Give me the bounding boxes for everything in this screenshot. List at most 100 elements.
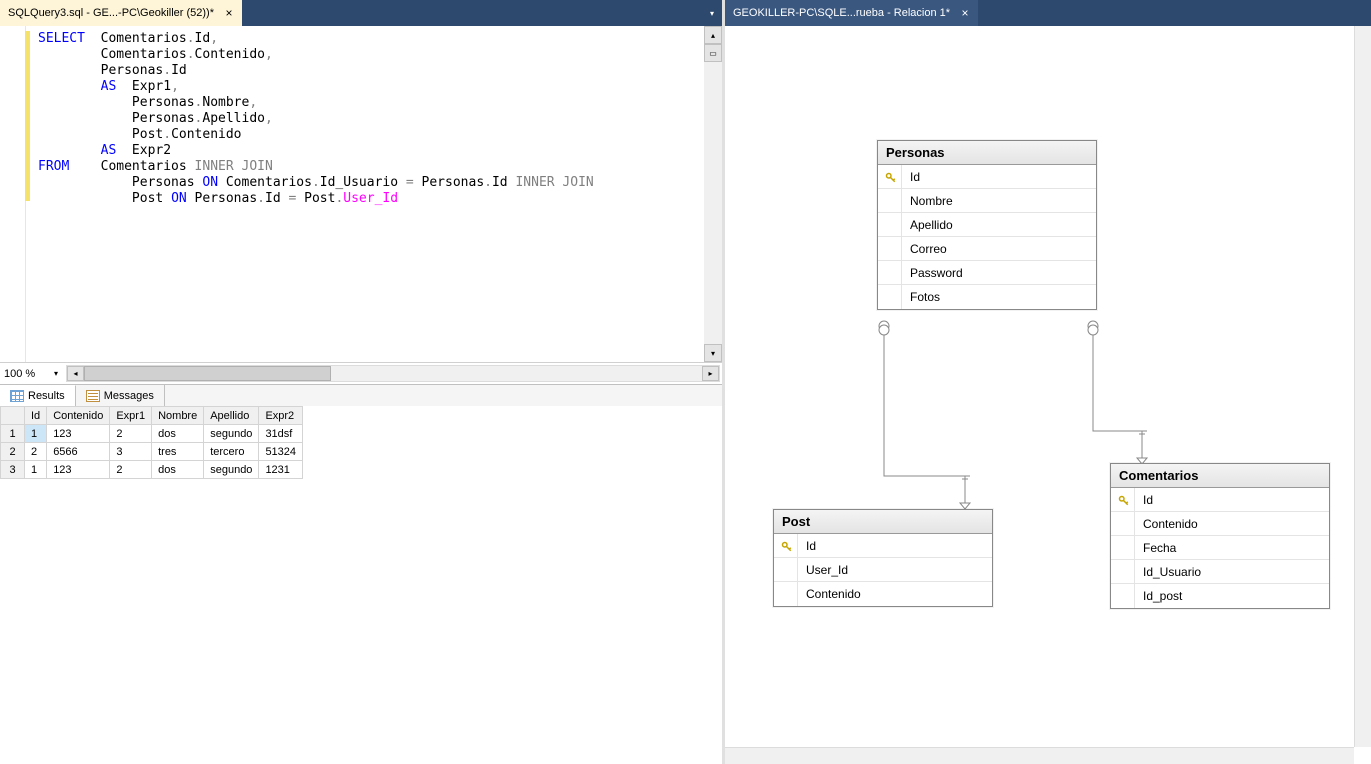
cell[interactable]: 3 xyxy=(1,461,25,479)
results-grid-area: IdContenidoExpr1NombreApellidoExpr211123… xyxy=(0,406,722,764)
primary-key-icon xyxy=(1111,488,1135,511)
cell[interactable]: segundo xyxy=(204,461,259,479)
cell[interactable]: 2 xyxy=(110,425,152,443)
table-column-row[interactable]: Contenido xyxy=(1111,512,1329,536)
scroll-down-icon[interactable]: ▾ xyxy=(704,344,722,362)
editor-body[interactable]: SELECT Comentarios.Id, Comentarios.Conte… xyxy=(0,26,722,362)
table-column-row[interactable]: Contenido xyxy=(774,582,992,606)
left-tabstrip: SQLQuery3.sql - GE...-PC\Geokiller (52))… xyxy=(0,0,722,26)
key-placeholder xyxy=(1111,584,1135,608)
tab-diagram[interactable]: GEOKILLER-PC\SQLE...rueba - Relacion 1* … xyxy=(725,0,978,26)
editor-gutter xyxy=(0,26,26,362)
right-tabstrip: GEOKILLER-PC\SQLE...rueba - Relacion 1* … xyxy=(725,0,1371,26)
vertical-scrollbar[interactable]: ▴ ▭ ▾ xyxy=(704,26,722,362)
table-row[interactable]: 111232dossegundo31dsf xyxy=(1,425,303,443)
table-column-row[interactable]: Id xyxy=(1111,488,1329,512)
table-column-row[interactable]: Fecha xyxy=(1111,536,1329,560)
table-column-row[interactable]: Fotos xyxy=(878,285,1096,309)
tab-messages[interactable]: Messages xyxy=(76,385,165,406)
key-placeholder xyxy=(878,261,902,284)
table-header[interactable]: Comentarios xyxy=(1111,464,1329,488)
table-row[interactable]: 2265663trestercero51324 xyxy=(1,443,303,461)
cell[interactable]: tercero xyxy=(204,443,259,461)
column-name: Id_Usuario xyxy=(1135,565,1209,579)
column-name: Id xyxy=(1135,493,1161,507)
column-header[interactable]: Expr1 xyxy=(110,407,152,425)
cell[interactable]: 31dsf xyxy=(259,425,303,443)
cell[interactable]: 123 xyxy=(47,461,110,479)
primary-key-icon xyxy=(774,534,798,557)
cell[interactable]: 2 xyxy=(1,443,25,461)
column-name: Correo xyxy=(902,242,955,256)
column-name: User_Id xyxy=(798,563,856,577)
cell[interactable]: 123 xyxy=(47,425,110,443)
table-header[interactable]: Personas xyxy=(878,141,1096,165)
column-header[interactable]: Nombre xyxy=(152,407,204,425)
cell[interactable]: 1 xyxy=(25,425,47,443)
tab-sqlquery[interactable]: SQLQuery3.sql - GE...-PC\Geokiller (52))… xyxy=(0,0,242,26)
results-table[interactable]: IdContenidoExpr1NombreApellidoExpr211123… xyxy=(0,406,303,479)
diagram-canvas[interactable]: Personas Id Nombre Apellido Correo Password F… xyxy=(725,26,1371,764)
cell[interactable]: dos xyxy=(152,425,204,443)
table-column-row[interactable]: Id xyxy=(878,165,1096,189)
diagram-table-personas[interactable]: Personas Id Nombre Apellido Correo Password F… xyxy=(877,140,1097,310)
cell[interactable]: 1 xyxy=(25,461,47,479)
cell[interactable]: 51324 xyxy=(259,443,303,461)
key-placeholder xyxy=(1111,560,1135,583)
chevron-down-icon[interactable]: ▾ xyxy=(48,369,64,378)
column-name: Fecha xyxy=(1135,541,1184,555)
diagram-table-comentarios[interactable]: Comentarios Id Contenido Fecha Id_Usuario Id… xyxy=(1110,463,1330,609)
tab-label: GEOKILLER-PC\SQLE...rueba - Relacion 1* xyxy=(733,7,950,19)
close-icon[interactable]: × xyxy=(224,8,234,18)
table-column-row[interactable]: Id xyxy=(774,534,992,558)
key-placeholder xyxy=(774,582,798,606)
scroll-split-icon[interactable]: ▭ xyxy=(704,44,722,62)
key-placeholder xyxy=(1111,512,1135,535)
table-column-row[interactable]: Id_post xyxy=(1111,584,1329,608)
chevron-down-icon[interactable]: ▾ xyxy=(702,9,722,18)
column-header[interactable]: Apellido xyxy=(204,407,259,425)
key-placeholder xyxy=(878,285,902,309)
column-name: Apellido xyxy=(902,218,961,232)
column-name: Fotos xyxy=(902,290,948,304)
cell[interactable]: 2 xyxy=(25,443,47,461)
tab-results[interactable]: Results xyxy=(0,385,76,406)
vertical-scrollbar[interactable] xyxy=(1354,26,1371,747)
cell[interactable]: 1231 xyxy=(259,461,303,479)
table-column-row[interactable]: Apellido xyxy=(878,213,1096,237)
close-icon[interactable]: × xyxy=(960,8,970,18)
cell[interactable]: 6566 xyxy=(47,443,110,461)
table-header[interactable]: Post xyxy=(774,510,992,534)
column-header[interactable]: Expr2 xyxy=(259,407,303,425)
table-column-row[interactable]: User_Id xyxy=(774,558,992,582)
horizontal-scrollbar[interactable] xyxy=(725,747,1354,764)
scroll-left-icon[interactable]: ◂ xyxy=(67,366,84,381)
column-header[interactable] xyxy=(1,407,25,425)
scrollbar-thumb[interactable] xyxy=(84,366,331,381)
cell[interactable]: 2 xyxy=(110,461,152,479)
cell[interactable]: tres xyxy=(152,443,204,461)
horizontal-scrollbar[interactable]: ◂ ▸ xyxy=(66,365,720,382)
diagram-table-post[interactable]: Post Id User_Id Contenido xyxy=(773,509,993,607)
table-column-row[interactable]: Nombre xyxy=(878,189,1096,213)
cell[interactable]: 3 xyxy=(110,443,152,461)
cell[interactable]: 1 xyxy=(1,425,25,443)
key-placeholder xyxy=(774,558,798,581)
table-column-row[interactable]: Id_Usuario xyxy=(1111,560,1329,584)
scroll-right-icon[interactable]: ▸ xyxy=(702,366,719,381)
table-column-row[interactable]: Password xyxy=(878,261,1096,285)
column-name: Nombre xyxy=(902,194,961,208)
scroll-up-icon[interactable]: ▴ xyxy=(704,26,722,44)
column-header[interactable]: Contenido xyxy=(47,407,110,425)
column-header[interactable]: Id xyxy=(25,407,47,425)
table-row[interactable]: 311232dossegundo1231 xyxy=(1,461,303,479)
zoom-level[interactable]: 100 % xyxy=(0,368,48,380)
grid-icon xyxy=(10,390,24,402)
column-name: Id xyxy=(902,170,928,184)
column-name: Id xyxy=(798,539,824,553)
tab-messages-label: Messages xyxy=(104,390,154,402)
cell[interactable]: dos xyxy=(152,461,204,479)
cell[interactable]: segundo xyxy=(204,425,259,443)
table-column-row[interactable]: Correo xyxy=(878,237,1096,261)
editor-code[interactable]: SELECT Comentarios.Id, Comentarios.Conte… xyxy=(26,26,704,362)
